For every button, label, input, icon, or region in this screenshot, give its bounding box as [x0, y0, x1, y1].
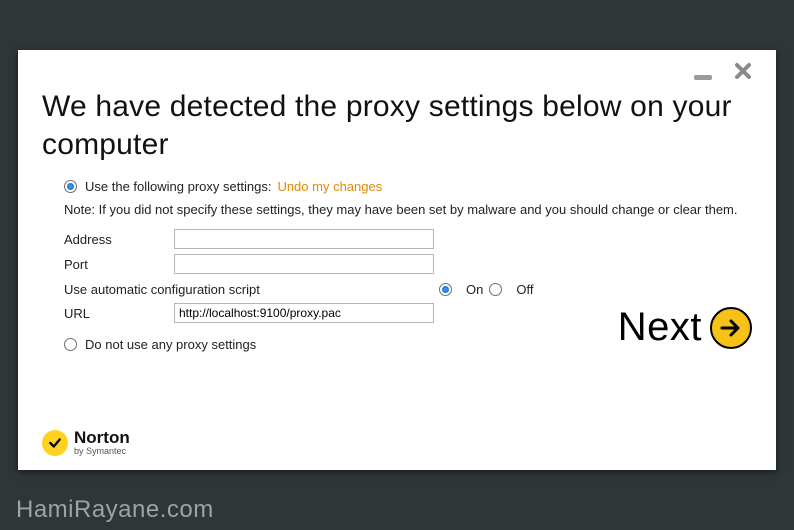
address-input[interactable] — [174, 229, 434, 249]
malware-note: Note: If you did not specify these setti… — [64, 202, 752, 217]
undo-changes-link[interactable]: Undo my changes — [277, 179, 382, 194]
auto-off-label: Off — [516, 282, 533, 297]
brand-badge — [42, 430, 68, 456]
brand-logo: Norton by Symantec — [42, 429, 130, 456]
brand-name: Norton — [74, 429, 130, 446]
auto-script-label: Use automatic configuration script — [64, 282, 439, 297]
checkmark-icon — [48, 436, 62, 450]
auto-script-row: Use automatic configuration script On Of… — [64, 282, 752, 297]
url-label: URL — [64, 306, 174, 321]
address-label: Address — [64, 232, 174, 247]
next-arrow-circle — [710, 307, 752, 349]
arrow-right-icon — [719, 316, 743, 340]
use-proxy-radio[interactable] — [64, 180, 77, 193]
next-button[interactable]: Next — [618, 305, 752, 350]
no-proxy-radio[interactable] — [64, 338, 77, 351]
auto-off-radio[interactable] — [489, 283, 502, 296]
port-row: Port — [64, 254, 752, 274]
minimize-button[interactable] — [694, 62, 712, 84]
watermark-text: HamiRayane.com — [16, 496, 214, 524]
next-button-label: Next — [618, 305, 702, 350]
port-label: Port — [64, 257, 174, 272]
close-icon — [734, 62, 752, 80]
port-input[interactable] — [174, 254, 434, 274]
minimize-icon — [694, 75, 712, 80]
auto-on-label: On — [466, 282, 483, 297]
use-proxy-option[interactable]: Use the following proxy settings: Undo m… — [64, 179, 752, 194]
no-proxy-label: Do not use any proxy settings — [85, 337, 256, 352]
auto-on-radio[interactable] — [439, 283, 452, 296]
use-proxy-label: Use the following proxy settings: — [85, 179, 271, 194]
address-row: Address — [64, 229, 752, 249]
url-input[interactable] — [174, 303, 434, 323]
brand-subtitle: by Symantec — [74, 447, 130, 456]
page-title: We have detected the proxy settings belo… — [42, 88, 752, 163]
dialog-panel: We have detected the proxy settings belo… — [18, 50, 776, 470]
window-controls — [42, 60, 752, 86]
close-button[interactable] — [734, 62, 752, 84]
